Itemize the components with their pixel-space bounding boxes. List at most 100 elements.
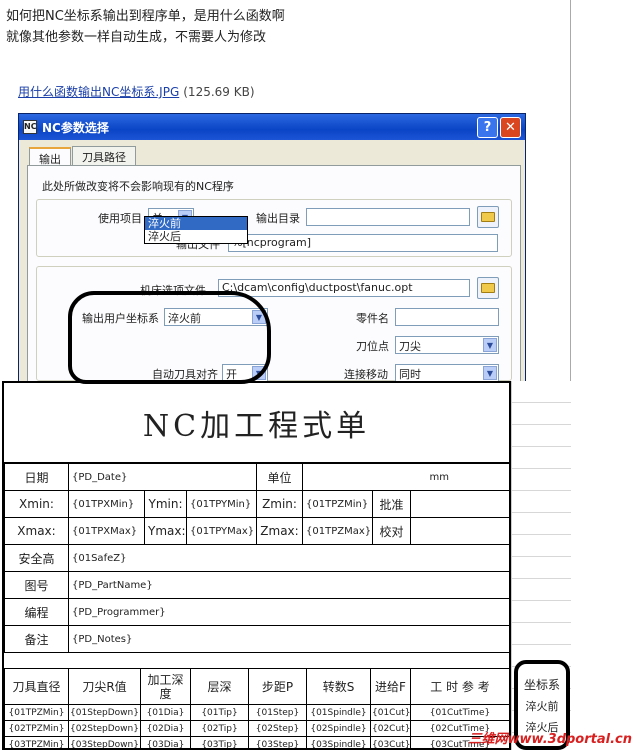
part-name-field[interactable] xyxy=(395,308,499,326)
table-cell: {02TPZMin} xyxy=(4,720,69,737)
browse-dir-button[interactable] xyxy=(477,206,499,228)
use-item-label: 使用项目 xyxy=(98,212,142,225)
table-cell: {02Dia} xyxy=(140,720,191,737)
date-label: 日期 xyxy=(4,463,69,491)
tool-header: 转数S xyxy=(306,668,371,705)
dialog-titlebar: NC NC参数选择 ? ✕ xyxy=(19,114,525,140)
table-cell: {01TPZMin} xyxy=(4,704,69,721)
xmin-label: Xmin: xyxy=(4,490,69,518)
programmer-value: {PD_Programmer} xyxy=(67,598,509,626)
tool-point-select[interactable]: 刀尖 ▼ xyxy=(395,336,499,354)
table-row: {02TPZMin} {02StepDown} {02Dia} {02Tip} … xyxy=(4,720,509,737)
coord-item: 淬火前 xyxy=(525,700,559,713)
folder-icon xyxy=(481,283,495,293)
folder-icon xyxy=(481,212,495,222)
date-value: {PD_Date} xyxy=(67,463,258,491)
check-label: 校对 xyxy=(372,517,412,545)
machine-file-field[interactable]: C:\dcam\config\ductpost\fanuc.opt xyxy=(218,279,470,297)
table-cell: {02Spindle} xyxy=(306,720,371,737)
table-cell: {01Cut} xyxy=(370,704,411,721)
table-cell: {03Spindle} xyxy=(306,736,371,748)
table-cell: {03Step} xyxy=(248,736,307,748)
table-cell: {03Dia} xyxy=(140,736,191,748)
connect-select[interactable]: 同时 ▼ xyxy=(395,364,499,382)
tool-header: 进给F xyxy=(370,668,411,705)
tool-point-value: 刀尖 xyxy=(399,340,421,353)
zmax-label: Zmax: xyxy=(256,517,304,545)
unit-value: mm xyxy=(302,463,509,491)
zmin-label: Zmin: xyxy=(256,490,304,518)
tool-header: 刀具直径 xyxy=(4,668,69,705)
tool-header: 层深 xyxy=(190,668,249,705)
table-cell: {01StepDown} xyxy=(68,704,141,721)
dialog-title: NC参数选择 xyxy=(42,120,109,135)
tool-table: 刀具直径 刀尖R值 加工深度 层深 步距P 转数S 进给F 工 时 参 考 {0… xyxy=(4,668,509,748)
sheet-grid: 日期 {PD_Date} 单位 mm Xmin: {01TPXMin} Ymin… xyxy=(4,463,509,653)
post-line-1: 如何把NC坐标系输出到程序单，是用什么函数啊 xyxy=(6,9,285,24)
ymax-value: {01TPYMax} xyxy=(185,517,258,545)
attachment-link[interactable]: 用什么函数输出NC坐标系.JPG xyxy=(18,85,179,99)
table-cell: {01Tip} xyxy=(190,704,249,721)
tool-point-label: 刀位点 xyxy=(356,340,389,353)
zmax-value: {01TPZMax} xyxy=(302,517,374,545)
tool-header: 步距P xyxy=(248,668,307,705)
table-cell: {01Step} xyxy=(248,704,307,721)
post-text: 如何把NC坐标系输出到程序单，是用什么函数啊 就像其他参数一样自动生成，不需要人… xyxy=(6,6,285,48)
connect-value: 同时 xyxy=(399,368,421,381)
sheet-title: NC加工程式单 xyxy=(4,383,509,463)
table-cell: {02StepDown} xyxy=(68,720,141,737)
browse-opt-button[interactable] xyxy=(477,277,499,299)
attachment-size: (125.69 KB) xyxy=(183,85,255,99)
table-cell: {03Tip} xyxy=(190,736,249,748)
xmin-value: {01TPXMin} xyxy=(68,490,145,518)
ymin-label: Ymin: xyxy=(144,490,187,518)
dropdown-option[interactable]: 淬火前 xyxy=(145,217,247,230)
chevron-down-icon: ▼ xyxy=(483,338,497,352)
xmax-value: {01TPXMax} xyxy=(68,517,145,545)
highlight-circle xyxy=(68,291,271,384)
table-cell: {01Dia} xyxy=(140,704,191,721)
drawing-value: {PD_PartName} xyxy=(67,571,509,599)
close-button[interactable]: ✕ xyxy=(500,116,521,138)
table-cell: {01CutTime} xyxy=(410,704,509,721)
ymax-label: Ymax: xyxy=(144,517,187,545)
part-name-label: 零件名 xyxy=(356,312,389,325)
table-cell: {03TPZMin} xyxy=(4,736,69,748)
tool-header: 加工深度 xyxy=(140,668,191,705)
attachment: 用什么函数输出NC坐标系.JPG (125.69 KB) xyxy=(18,83,255,100)
notes-value: {PD_Notes} xyxy=(67,625,509,653)
table-cell: {03Cut} xyxy=(370,736,411,748)
panel-note: 此处所做改变将不会影响现有的NC程序 xyxy=(42,180,234,193)
post-line-2: 就像其他参数一样自动生成，不需要人为修改 xyxy=(6,30,267,45)
user-coord-dropdown: 淬火前 淬火后 xyxy=(144,216,248,244)
table-row: {03TPZMin} {03StepDown} {03Dia} {03Tip} … xyxy=(4,736,509,748)
table-cell: {02Step} xyxy=(248,720,307,737)
notes-label: 备注 xyxy=(4,625,69,653)
zmin-value: {01TPZMin} xyxy=(302,490,374,518)
ymin-value: {01TPYMin} xyxy=(185,490,258,518)
coord-header: 坐标系 xyxy=(523,678,560,692)
connect-label: 连接移动 xyxy=(344,368,388,381)
table-row: {01TPZMin} {01StepDown} {01Dia} {01Tip} … xyxy=(4,704,509,721)
program-sheet: NC加工程式单 日期 {PD_Date} 单位 mm Xmin: {01TPXM… xyxy=(2,381,511,750)
watermark: 三维网www.3dportal.cn xyxy=(468,732,632,747)
programmer-label: 编程 xyxy=(4,598,69,626)
safe-label: 安全高 xyxy=(4,544,69,572)
tool-header: 工 时 参 考 xyxy=(410,668,509,705)
output-file-field[interactable]: %[ncprogram] xyxy=(228,234,498,252)
table-cell: {01Spindle} xyxy=(306,704,371,721)
approve-label: 批准 xyxy=(372,490,412,518)
table-cell: {03StepDown} xyxy=(68,736,141,748)
dropdown-option[interactable]: 淬火后 xyxy=(145,230,247,243)
table-cell: {02Tip} xyxy=(190,720,249,737)
output-dir-field[interactable] xyxy=(306,208,470,226)
tool-header: 刀尖R值 xyxy=(68,668,141,705)
app-icon: NC xyxy=(23,120,37,134)
output-dir-label: 输出目录 xyxy=(256,212,300,225)
chevron-down-icon: ▼ xyxy=(483,366,497,380)
unit-label: 单位 xyxy=(256,463,304,491)
xmax-label: Xmax: xyxy=(4,517,69,545)
drawing-label: 图号 xyxy=(4,571,69,599)
table-cell: {02Cut} xyxy=(370,720,411,737)
help-button[interactable]: ? xyxy=(477,116,498,138)
